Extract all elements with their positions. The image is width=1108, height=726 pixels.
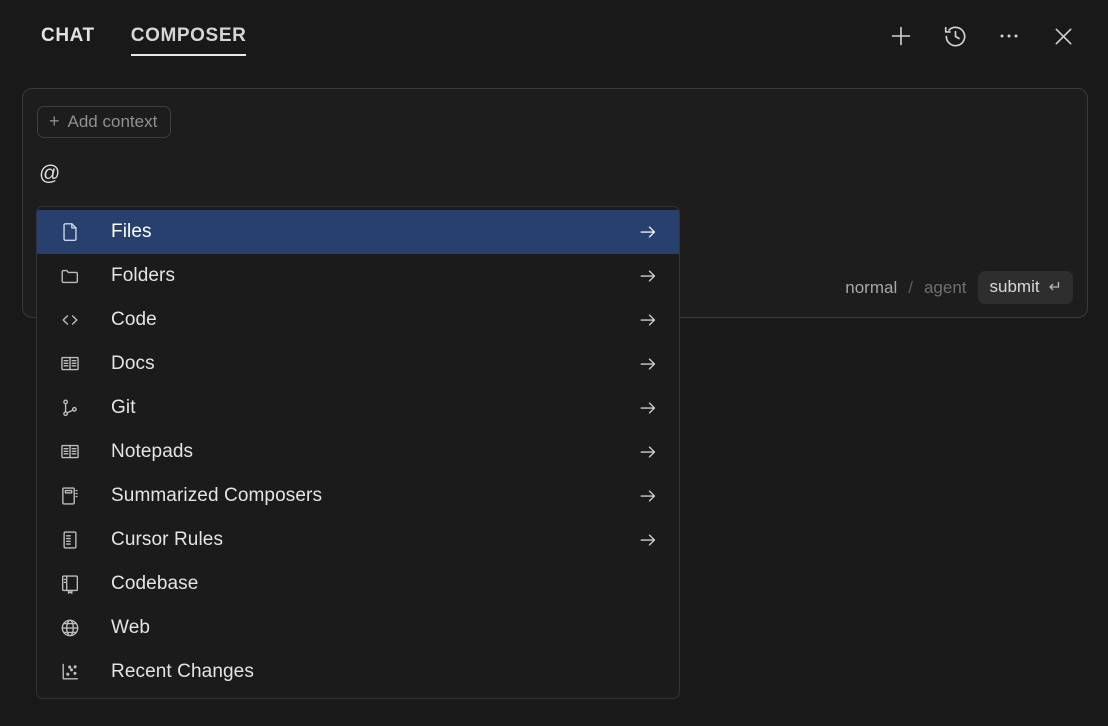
arrow-right-icon [637,529,659,551]
submit-button[interactable]: submit ↵ [978,271,1073,304]
ellipsis-icon [996,23,1022,49]
enter-key-icon: ↵ [1049,277,1062,297]
arrow-right-icon [637,441,659,463]
arrow-right-icon [637,309,659,331]
code-icon [59,309,81,331]
arrow-right-icon [637,265,659,287]
tab-bar: CHAT COMPOSER [41,0,246,72]
dropdown-item-label: Folders [111,265,175,287]
dropdown-item-recent-changes[interactable]: Recent Changes [37,650,679,694]
dropdown-item-label: Notepads [111,441,193,463]
dropdown-item-label: Web [111,617,150,639]
mode-normal-option[interactable]: normal [845,278,897,298]
scatter-chart-icon [59,661,81,683]
git-branch-icon [59,397,81,419]
more-options-button[interactable] [994,21,1024,51]
add-context-label: Add context [68,112,158,132]
dropdown-item-docs[interactable]: Docs [37,342,679,386]
dropdown-item-label: Recent Changes [111,661,254,683]
dropdown-item-folders[interactable]: Folders [37,254,679,298]
prompt-input-text[interactable]: @ [39,163,60,184]
tab-chat[interactable]: CHAT [41,17,95,56]
mode-separator: / [908,278,913,298]
arrow-right-icon [637,485,659,507]
dropdown-item-web[interactable]: Web [37,606,679,650]
new-chat-button[interactable] [886,21,916,51]
dropdown-item-label: Code [111,309,157,331]
plus-icon: + [49,112,60,130]
close-icon [1051,24,1076,49]
arrow-right-icon [637,397,659,419]
folder-icon [59,265,81,287]
tab-composer-label: COMPOSER [131,25,247,46]
dropdown-item-git[interactable]: Git [37,386,679,430]
arrow-right-icon [637,353,659,375]
bookmark-book-icon [59,573,81,595]
dropdown-item-notepads[interactable]: Notepads [37,430,679,474]
arrow-right-icon [637,221,659,243]
mode-agent-option[interactable]: agent [924,278,967,298]
header-actions [886,0,1078,72]
dropdown-item-label: Docs [111,353,155,375]
dropdown-item-label: Summarized Composers [111,485,322,507]
dropdown-item-label: Cursor Rules [111,529,223,551]
tab-composer[interactable]: COMPOSER [131,17,247,56]
history-clock-icon [943,24,968,49]
globe-icon [59,617,81,639]
panel-header: CHAT COMPOSER [0,0,1108,72]
dropdown-item-cursor-rules[interactable]: Cursor Rules [37,518,679,562]
composer-panel: CHAT COMPOSER [0,0,1108,726]
dropdown-item-label: Codebase [111,573,198,595]
dropdown-item-code[interactable]: Code [37,298,679,342]
book-icon [59,353,81,375]
dropdown-item-label: Files [111,221,152,243]
context-type-dropdown: Files Folders Code Docs Git Notepads Summarize… [36,206,680,699]
dropdown-item-label: Git [111,397,136,419]
dropdown-item-codebase[interactable]: Codebase [37,562,679,606]
submit-label: submit [990,277,1040,297]
book-icon [59,441,81,463]
dropdown-item-summarized-composers[interactable]: Summarized Composers [37,474,679,518]
history-button[interactable] [940,21,970,51]
dropdown-item-files[interactable]: Files [37,210,679,254]
close-button[interactable] [1048,21,1078,51]
tab-chat-label: CHAT [41,25,95,46]
ruled-notebook-icon [59,529,81,551]
file-icon [59,221,81,243]
composer-footer: normal / agent submit ↵ [845,271,1073,304]
plus-icon [888,23,914,49]
add-context-button[interactable]: + Add context [37,106,171,138]
notebook-icon [59,485,81,507]
